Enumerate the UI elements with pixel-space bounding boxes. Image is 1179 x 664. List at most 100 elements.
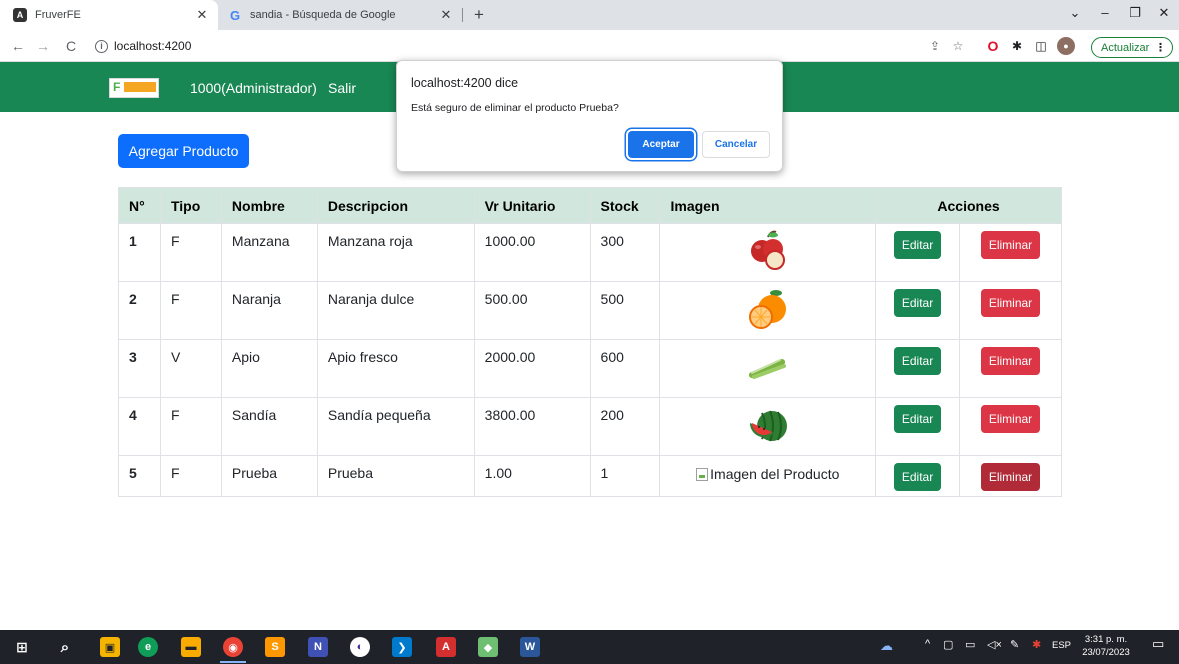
delete-button[interactable]: Eliminar — [980, 347, 1041, 375]
edit-button[interactable]: Editar — [893, 289, 942, 317]
header-nombre: Nombre — [220, 187, 318, 224]
weather-icon[interactable]: ☁ — [880, 638, 893, 654]
cell-edit: Editar — [875, 339, 960, 398]
cancel-button[interactable]: Cancelar — [702, 131, 770, 158]
windows-start-icon[interactable]: ⊞ — [12, 637, 32, 657]
cell-imagen: Imagen del Producto — [659, 455, 877, 497]
cell-stock: 1 — [589, 455, 661, 497]
delete-button[interactable]: Eliminar — [980, 405, 1041, 433]
cell-nombre: Naranja — [220, 281, 318, 340]
cell-imagen — [659, 397, 877, 456]
tab-fruverfe[interactable]: A FruverFE ✕ — [0, 0, 218, 30]
star-icon[interactable]: ☆ — [949, 37, 967, 55]
cell-stock: 500 — [589, 281, 661, 340]
chevron-up-icon[interactable]: ^ — [925, 638, 930, 650]
edge-icon[interactable]: e — [138, 637, 158, 657]
close-window-icon[interactable]: ✕ — [1144, 0, 1179, 30]
chrome-icon[interactable]: ◉ — [223, 637, 243, 657]
delete-button[interactable]: Eliminar — [980, 231, 1041, 259]
git-icon[interactable]: ◆ — [478, 637, 498, 657]
table-row: 2 F Naranja Naranja dulce 500.00 500 Edi… — [118, 281, 1062, 340]
back-arrow-icon[interactable]: ← — [8, 36, 28, 56]
cell-nombre: Apio — [220, 339, 318, 398]
tab-divider — [462, 8, 463, 22]
cell-edit: Editar — [875, 397, 960, 456]
tab-title: FruverFE — [35, 9, 81, 21]
vscode-icon[interactable]: ❯ — [392, 637, 412, 657]
update-label: Actualizar — [1101, 41, 1150, 54]
header-acciones: Acciones — [875, 187, 1062, 224]
table-row: 5 F Prueba Prueba 1.00 1 Imagen del Prod… — [118, 455, 1062, 497]
app-icon[interactable]: N — [308, 637, 328, 657]
edit-button[interactable]: Editar — [893, 347, 942, 375]
broken-image: Imagen del Producto — [696, 466, 839, 482]
notifications-icon[interactable]: ▭ — [1152, 636, 1164, 652]
header-imagen: Imagen — [659, 187, 877, 224]
logo-letter-icon: F — [113, 80, 121, 94]
clock-time: 3:31 p. m. — [1084, 634, 1128, 645]
forward-arrow-icon[interactable]: → — [33, 36, 53, 56]
cell-descripcion: Sandía pequeña — [316, 397, 475, 456]
network-icon[interactable]: ▢ — [943, 638, 953, 651]
logo-bar — [124, 82, 156, 92]
add-product-button[interactable]: Agregar Producto — [118, 134, 249, 168]
pdf-icon[interactable]: A — [436, 637, 456, 657]
cell-num: 3 — [118, 339, 161, 398]
eclipse-icon[interactable]: ◐ — [350, 637, 370, 657]
clock[interactable]: 3:31 p. m. 23/07/2023 — [1076, 633, 1136, 659]
edit-button[interactable]: Editar — [893, 231, 942, 259]
language-indicator[interactable]: ESP — [1052, 640, 1071, 651]
cell-stock: 200 — [589, 397, 661, 456]
new-tab-icon[interactable]: + — [468, 5, 490, 25]
cell-vr-unitario: 3800.00 — [473, 397, 591, 456]
volume-icon[interactable]: ◁× — [987, 638, 1002, 651]
cell-delete: Eliminar — [959, 339, 1062, 398]
table-row: 3 V Apio Apio fresco 2000.00 600 Editar … — [118, 339, 1062, 398]
celery-image — [748, 359, 786, 379]
cell-nombre: Prueba — [220, 455, 318, 497]
opera-icon[interactable]: O — [984, 37, 1002, 55]
extensions-icon[interactable]: ✱ — [1008, 37, 1026, 55]
side-panel-icon[interactable]: ◫ — [1032, 37, 1050, 55]
cell-tipo: F — [159, 281, 222, 340]
tab-google-search[interactable]: G sandia - Búsqueda de Google ✕ — [218, 0, 462, 30]
image-alt-text: Imagen del Producto — [710, 466, 840, 482]
broken-image-icon — [696, 467, 709, 481]
info-icon[interactable]: i — [95, 39, 108, 53]
cell-tipo: V — [159, 339, 222, 398]
store-icon[interactable]: ▣ — [100, 637, 120, 657]
url-field[interactable]: i localhost:4200 — [95, 36, 191, 56]
file-explorer-icon[interactable]: ▬ — [181, 637, 201, 657]
search-icon[interactable]: ⌕ — [55, 637, 75, 657]
edit-button[interactable]: Editar — [893, 463, 942, 491]
close-tab-icon[interactable]: ✕ — [438, 7, 454, 23]
update-button[interactable]: Actualizar ⋮ — [1091, 37, 1173, 58]
edit-button[interactable]: Editar — [893, 405, 942, 433]
battery-icon[interactable]: ▭ — [965, 638, 975, 651]
delete-button[interactable]: Eliminar — [980, 289, 1041, 317]
tab-title: sandia - Búsqueda de Google — [250, 9, 396, 21]
cell-tipo: F — [159, 455, 222, 497]
avatar[interactable]: ● — [1057, 37, 1075, 55]
header-num: N° — [118, 187, 161, 224]
products-table: N° Tipo Nombre Descripcion Vr Unitario S… — [118, 187, 1062, 497]
reload-icon[interactable]: C — [61, 36, 81, 56]
nav-user[interactable]: 1000(Administrador) — [190, 80, 317, 96]
url-text: localhost:4200 — [114, 39, 192, 53]
word-icon[interactable]: W — [520, 637, 540, 657]
header-vr-unitario: Vr Unitario — [473, 187, 591, 224]
close-tab-icon[interactable]: ✕ — [194, 7, 210, 23]
delete-button[interactable]: Eliminar — [980, 463, 1041, 491]
cell-vr-unitario: 1000.00 — [473, 223, 591, 282]
cell-edit: Editar — [875, 223, 960, 282]
cell-stock: 300 — [589, 223, 661, 282]
cell-delete: Eliminar — [959, 455, 1062, 497]
app-tray-icon[interactable]: ✱ — [1032, 638, 1041, 651]
logout-link[interactable]: Salir — [328, 80, 356, 96]
pen-icon[interactable]: ✎ — [1010, 638, 1019, 651]
sublime-icon[interactable]: S — [265, 637, 285, 657]
cell-vr-unitario: 2000.00 — [473, 339, 591, 398]
share-icon[interactable]: ⇪ — [926, 37, 944, 55]
cell-descripcion: Manzana roja — [316, 223, 475, 282]
accept-button[interactable]: Aceptar — [628, 131, 694, 158]
